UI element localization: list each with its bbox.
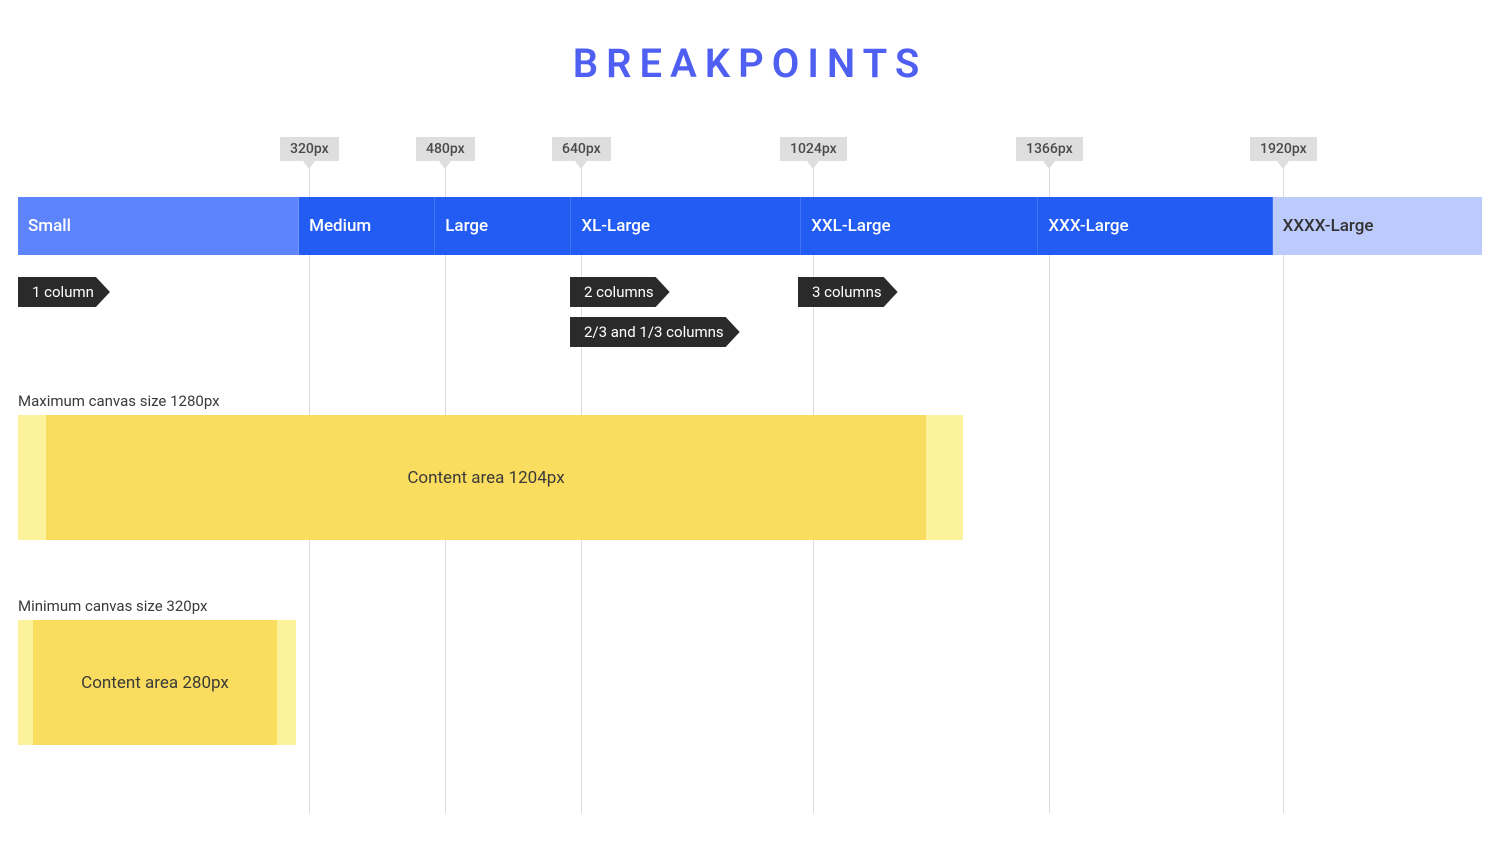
marker-label: 320px xyxy=(280,137,339,161)
column-tag: 1 column xyxy=(18,277,110,307)
breakpoint-segment: Large xyxy=(435,197,571,255)
column-tag: 2/3 and 1/3 columns xyxy=(570,317,740,347)
breakpoint-marker: 320px xyxy=(280,137,339,161)
breakpoint-segment: Medium xyxy=(299,197,435,255)
column-tag: 2 columns xyxy=(570,277,670,307)
page-title: BREAKPOINTS xyxy=(0,40,1500,87)
marker-gridline xyxy=(1283,163,1284,813)
marker-label: 1024px xyxy=(780,137,847,161)
marker-label: 1366px xyxy=(1016,137,1083,161)
max-canvas-caption: Maximum canvas size 1280px xyxy=(18,392,220,410)
min-canvas-content: Content area 280px xyxy=(33,620,277,745)
breakpoint-segment: XXX-Large xyxy=(1038,197,1272,255)
breakpoint-segment: XXXX-Large xyxy=(1273,197,1482,255)
breakpoints-diagram: 320px480px640px1024px1366px1920px SmallM… xyxy=(0,137,1500,837)
breakpoint-band: SmallMediumLargeXL-LargeXXL-LargeXXX-Lar… xyxy=(18,197,1482,255)
breakpoint-segment: XXL-Large xyxy=(801,197,1038,255)
breakpoint-segment: XL-Large xyxy=(571,197,801,255)
max-canvas-content: Content area 1204px xyxy=(46,415,926,540)
marker-label: 1920px xyxy=(1250,137,1317,161)
min-canvas-caption: Minimum canvas size 320px xyxy=(18,597,207,615)
max-canvas-content-label: Content area 1204px xyxy=(407,468,564,488)
column-tag: 3 columns xyxy=(798,277,898,307)
marker-label: 480px xyxy=(416,137,475,161)
breakpoint-marker: 480px xyxy=(416,137,475,161)
breakpoint-marker: 1366px xyxy=(1016,137,1083,161)
marker-gridline xyxy=(1049,163,1050,813)
breakpoint-segment: Small xyxy=(18,197,299,255)
min-canvas-content-label: Content area 280px xyxy=(81,673,229,693)
breakpoint-marker: 640px xyxy=(552,137,611,161)
breakpoint-marker: 1920px xyxy=(1250,137,1317,161)
marker-label: 640px xyxy=(552,137,611,161)
breakpoint-marker: 1024px xyxy=(780,137,847,161)
